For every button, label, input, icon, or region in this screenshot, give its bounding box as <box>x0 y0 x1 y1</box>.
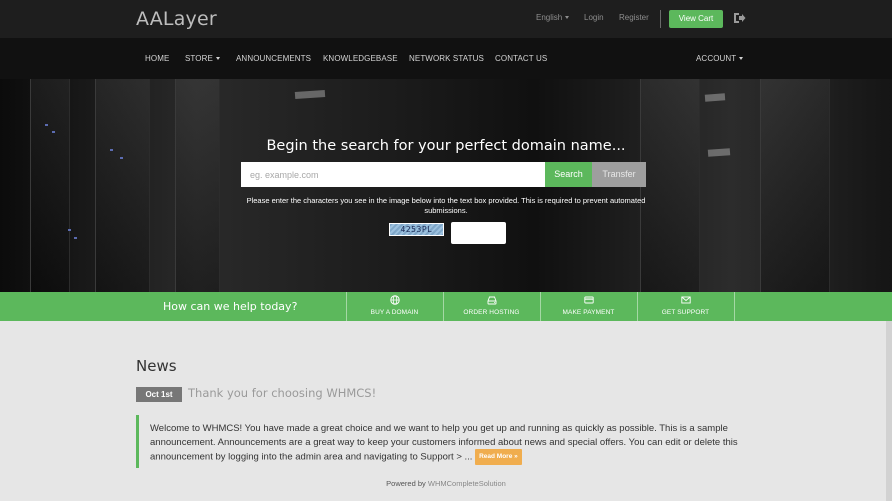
background-decoration <box>52 131 55 133</box>
background-decoration <box>640 79 700 292</box>
background-decoration <box>294 89 326 100</box>
nav-announcements[interactable]: ANNOUNCEMENTS <box>236 54 311 63</box>
main-nav: HOME STORE ANNOUNCEMENTS KNOWLEDGEBASE N… <box>0 38 892 79</box>
background-decoration <box>30 79 70 292</box>
register-link[interactable]: Register <box>619 13 649 22</box>
nav-home[interactable]: HOME <box>145 54 169 63</box>
site-logo[interactable]: AALayer <box>136 8 217 30</box>
nav-network-status[interactable]: NETWORK STATUS <box>409 54 484 63</box>
background-decoration <box>175 79 220 292</box>
nav-knowledgebase[interactable]: KNOWLEDGEBASE <box>323 54 398 63</box>
chevron-down-icon <box>739 57 744 61</box>
credit-card-icon <box>583 296 594 304</box>
nav-contact-us[interactable]: CONTACT US <box>495 54 547 63</box>
background-decoration <box>68 229 71 231</box>
news-headline-link[interactable]: Thank you for choosing WHMCS! <box>188 386 376 400</box>
transfer-button[interactable]: Transfer <box>592 162 646 187</box>
search-button[interactable]: Search <box>545 162 592 187</box>
help-bar: How can we help today? BUY A DOMAIN ORDE… <box>0 292 892 321</box>
background-decoration <box>45 124 48 126</box>
login-link[interactable]: Login <box>584 13 604 22</box>
news-date-badge: Oct 1st <box>136 387 182 402</box>
read-more-button[interactable]: Read More » <box>475 449 522 465</box>
make-payment-button[interactable]: MAKE PAYMENT <box>540 292 637 321</box>
header-divider <box>660 10 661 28</box>
chevron-down-icon <box>565 16 570 20</box>
server-icon <box>486 296 497 305</box>
footer: Powered by WHMCompleteSolution <box>0 479 892 488</box>
domain-search-input[interactable] <box>241 162 545 187</box>
news-body-text: Welcome to WHMCS! You have made a great … <box>150 423 738 463</box>
nav-account-label: ACCOUNT <box>696 54 737 63</box>
divider <box>734 292 735 321</box>
logout-icon[interactable] <box>733 12 746 24</box>
background-decoration <box>74 237 77 239</box>
scrollbar[interactable] <box>886 321 892 501</box>
view-cart-button[interactable]: View Cart <box>669 10 723 28</box>
powered-by-text: Powered by <box>386 479 426 488</box>
captcha-input[interactable] <box>451 222 506 244</box>
get-support-button[interactable]: GET SUPPORT <box>637 292 734 321</box>
envelope-icon <box>680 296 691 304</box>
chevron-down-icon <box>215 57 220 61</box>
buy-domain-button[interactable]: BUY A DOMAIN <box>346 292 443 321</box>
globe-icon <box>389 295 400 305</box>
news-body: Welcome to WHMCS! You have made a great … <box>136 415 748 468</box>
hero-title: Begin the search for your perfect domain… <box>266 138 626 154</box>
captcha-instructions: Please enter the characters you see in t… <box>246 196 646 215</box>
background-decoration <box>704 93 726 102</box>
order-hosting-label: ORDER HOSTING <box>463 309 520 316</box>
captcha-image: 4253PL <box>389 223 444 236</box>
make-payment-label: MAKE PAYMENT <box>562 309 615 316</box>
powered-by-link[interactable]: WHMCompleteSolution <box>428 479 506 488</box>
background-decoration <box>760 79 830 292</box>
top-header: AALayer English Login Register View Cart <box>0 0 892 38</box>
help-title: How can we help today? <box>163 300 298 313</box>
order-hosting-button[interactable]: ORDER HOSTING <box>443 292 540 321</box>
nav-store[interactable]: STORE <box>185 54 220 63</box>
language-dropdown[interactable]: English <box>536 13 570 22</box>
background-decoration <box>120 157 123 159</box>
nav-account[interactable]: ACCOUNT <box>696 54 744 63</box>
language-label: English <box>536 13 563 22</box>
background-decoration <box>95 79 150 292</box>
news-section-title: News <box>136 357 177 375</box>
buy-domain-label: BUY A DOMAIN <box>370 309 419 316</box>
nav-store-label: STORE <box>185 54 213 63</box>
get-support-label: GET SUPPORT <box>661 309 710 316</box>
